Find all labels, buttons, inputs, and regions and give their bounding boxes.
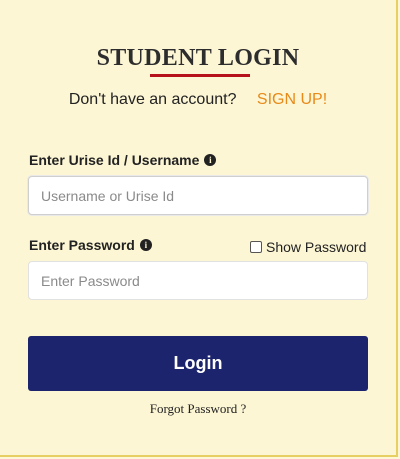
password-label: Enter Password: [29, 237, 135, 253]
username-input[interactable]: [28, 176, 368, 215]
signup-link[interactable]: SIGN UP!: [257, 91, 327, 108]
login-button[interactable]: Login: [28, 336, 368, 391]
password-input[interactable]: [28, 261, 368, 300]
username-label-row: Enter Urise Id / Username i: [29, 152, 217, 168]
signup-row: Don't have an account? SIGN UP!: [0, 91, 396, 109]
info-icon[interactable]: i: [204, 154, 217, 166]
username-label: Enter Urise Id / Username: [29, 152, 200, 168]
page-title: STUDENT LOGIN: [96, 45, 300, 71]
password-label-row: Enter Password i: [29, 237, 152, 253]
login-panel: STUDENT LOGIN Don't have an account? SIG…: [0, 0, 398, 457]
show-password-label: Show Password: [266, 239, 367, 255]
signup-prompt: Don't have an account?: [68, 91, 237, 108]
show-password-toggle[interactable]: Show Password: [250, 239, 366, 255]
title-underline: [150, 74, 250, 77]
show-password-checkbox[interactable]: [250, 241, 262, 253]
info-icon[interactable]: i: [139, 239, 152, 251]
forgot-password-link[interactable]: Forgot Password ?: [0, 401, 396, 417]
